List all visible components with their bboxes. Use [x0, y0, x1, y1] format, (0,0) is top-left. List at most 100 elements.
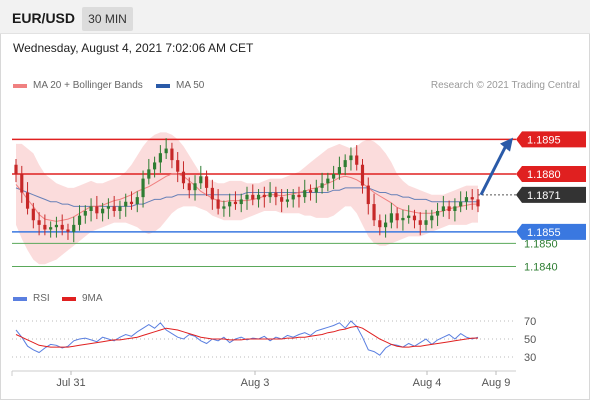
- candle-body: [228, 201, 232, 207]
- candle-body: [135, 197, 139, 205]
- candle-body: [412, 215, 417, 221]
- candle-body: [118, 206, 122, 211]
- candle-body: [424, 220, 428, 225]
- forecast-arrow-shaft: [479, 144, 508, 196]
- candle-body: [430, 215, 434, 221]
- candle-body: [459, 201, 463, 207]
- candle-body: [326, 178, 330, 184]
- candle-body: [441, 206, 445, 211]
- price-chart-svg: 1.1895 1.1880 1.1871 1.18551.1850 1.1840 70 5…: [11, 131, 586, 389]
- candle-body: [54, 224, 59, 228]
- candle-body: [291, 194, 295, 200]
- forecast-arrow-group: [479, 137, 513, 196]
- candle-body: [112, 206, 116, 211]
- candle-body: [418, 220, 422, 225]
- candle-body: [106, 206, 110, 209]
- x-tick-label: Aug 3: [241, 377, 270, 389]
- candle-body: [337, 167, 341, 174]
- candle-body: [470, 197, 474, 200]
- candle-body: [25, 192, 30, 209]
- candle-body: [210, 187, 214, 200]
- candle-body: [453, 206, 457, 211]
- candle-body: [72, 224, 76, 232]
- candle-body: [389, 213, 393, 223]
- candle-body: [464, 197, 469, 202]
- candle-body: [303, 190, 307, 198]
- candle-body: [233, 201, 238, 205]
- candle-body: [274, 192, 278, 198]
- candle-body: [262, 194, 266, 198]
- candle-body: [199, 176, 203, 184]
- candle-body: [187, 183, 191, 191]
- candle-body: [129, 201, 134, 205]
- candle-body: [447, 206, 451, 211]
- x-tick-label: Jul 31: [56, 377, 85, 389]
- candle-body: [20, 174, 24, 193]
- candle-body: [204, 176, 209, 188]
- candle-body: [153, 162, 157, 170]
- candle-body: [308, 190, 313, 193]
- candle-body: [245, 194, 249, 200]
- candle-body: [158, 153, 162, 163]
- candle-body: [360, 164, 365, 186]
- level-label-1.1840: 1.1840: [524, 262, 558, 274]
- candle-body: [384, 222, 388, 228]
- candle-body: [14, 164, 18, 174]
- rsi-line: [15, 320, 479, 356]
- candle-body: [343, 160, 347, 168]
- candle-body: [395, 213, 399, 221]
- candle-body: [101, 208, 105, 214]
- rsi-tick-30: 30: [524, 352, 536, 364]
- candle-body: [164, 148, 168, 154]
- candle-body: [401, 217, 405, 221]
- candle-body: [49, 227, 53, 230]
- candle-body: [297, 194, 301, 198]
- candle-body: [95, 206, 99, 214]
- candle-body: [366, 185, 370, 205]
- candle-body: [372, 204, 376, 221]
- x-axis: Jul 31 Aug 3 Aug 4 Aug 9: [11, 370, 516, 389]
- candle-body: [256, 194, 261, 200]
- rsi-tick-70: 70: [524, 316, 536, 328]
- candle-body: [435, 211, 440, 216]
- candle-body: [216, 199, 220, 209]
- candle-body: [320, 183, 324, 188]
- candle-body: [89, 206, 93, 211]
- candle-body: [141, 178, 145, 198]
- candle-body: [285, 199, 290, 202]
- candle-body: [193, 183, 197, 191]
- level-label-1.1871: 1.1871: [527, 190, 561, 202]
- candle-body: [31, 208, 35, 221]
- candle-body: [280, 197, 284, 202]
- candle-body: [314, 187, 318, 193]
- candle-body: [239, 199, 243, 205]
- level-label-1.1850: 1.1850: [524, 238, 558, 250]
- candle-body: [476, 199, 480, 207]
- x-tick-label: Aug 9: [482, 377, 511, 389]
- candle-body: [60, 224, 64, 230]
- candle-body: [66, 229, 70, 232]
- candle-body: [176, 160, 180, 172]
- candle-body: [124, 201, 128, 207]
- rsi-tick-50: 50: [524, 334, 536, 346]
- candle-body: [77, 215, 82, 225]
- candle-body: [251, 194, 255, 200]
- x-tick-label: Aug 4: [413, 377, 442, 389]
- candle-body: [268, 192, 272, 198]
- candle-body: [147, 169, 151, 179]
- candle-body: [349, 155, 353, 161]
- candle-body: [181, 171, 186, 184]
- candle-body: [407, 215, 411, 218]
- level-labels: 1.1895 1.1880 1.1871 1.18551.1850 1.1840: [516, 131, 586, 274]
- candle-body: [222, 206, 226, 209]
- candle-body: [170, 148, 174, 161]
- candle-body: [83, 211, 87, 216]
- level-label-1.1880: 1.1880: [527, 169, 561, 181]
- candle-body: [378, 220, 382, 228]
- candle-body: [332, 174, 336, 179]
- candle-body: [43, 224, 47, 230]
- candle-body: [37, 220, 41, 225]
- rsi-panel: 70 50 30: [12, 316, 536, 364]
- level-label-1.1855: 1.1855: [527, 227, 561, 239]
- candle-body: [355, 155, 359, 165]
